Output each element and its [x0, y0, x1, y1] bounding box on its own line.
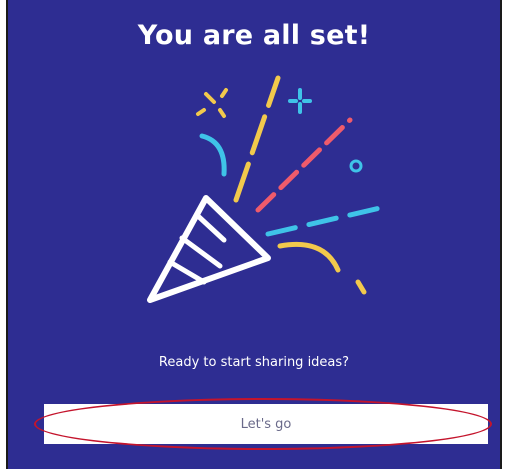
- yellow-curve-streamer: [277, 241, 341, 273]
- cyan-dot: [349, 159, 363, 173]
- party-popper-icon: [147, 75, 383, 303]
- red-streamer: [255, 117, 353, 213]
- subtitle: Ready to start sharing ideas?: [158, 355, 350, 370]
- page-title: You are all set!: [137, 20, 371, 51]
- completion-screen: You are all set! Ready to start sharing …: [6, 0, 502, 469]
- cyan-dash-streamer: [265, 205, 383, 237]
- yellow-sparkle: [196, 88, 228, 118]
- popper-cone: [147, 195, 271, 303]
- lets-go-button[interactable]: Let's go: [44, 404, 488, 444]
- cyan-sparkle: [288, 88, 312, 114]
- yellow-streamer: [233, 75, 281, 203]
- cyan-streamer: [199, 133, 227, 177]
